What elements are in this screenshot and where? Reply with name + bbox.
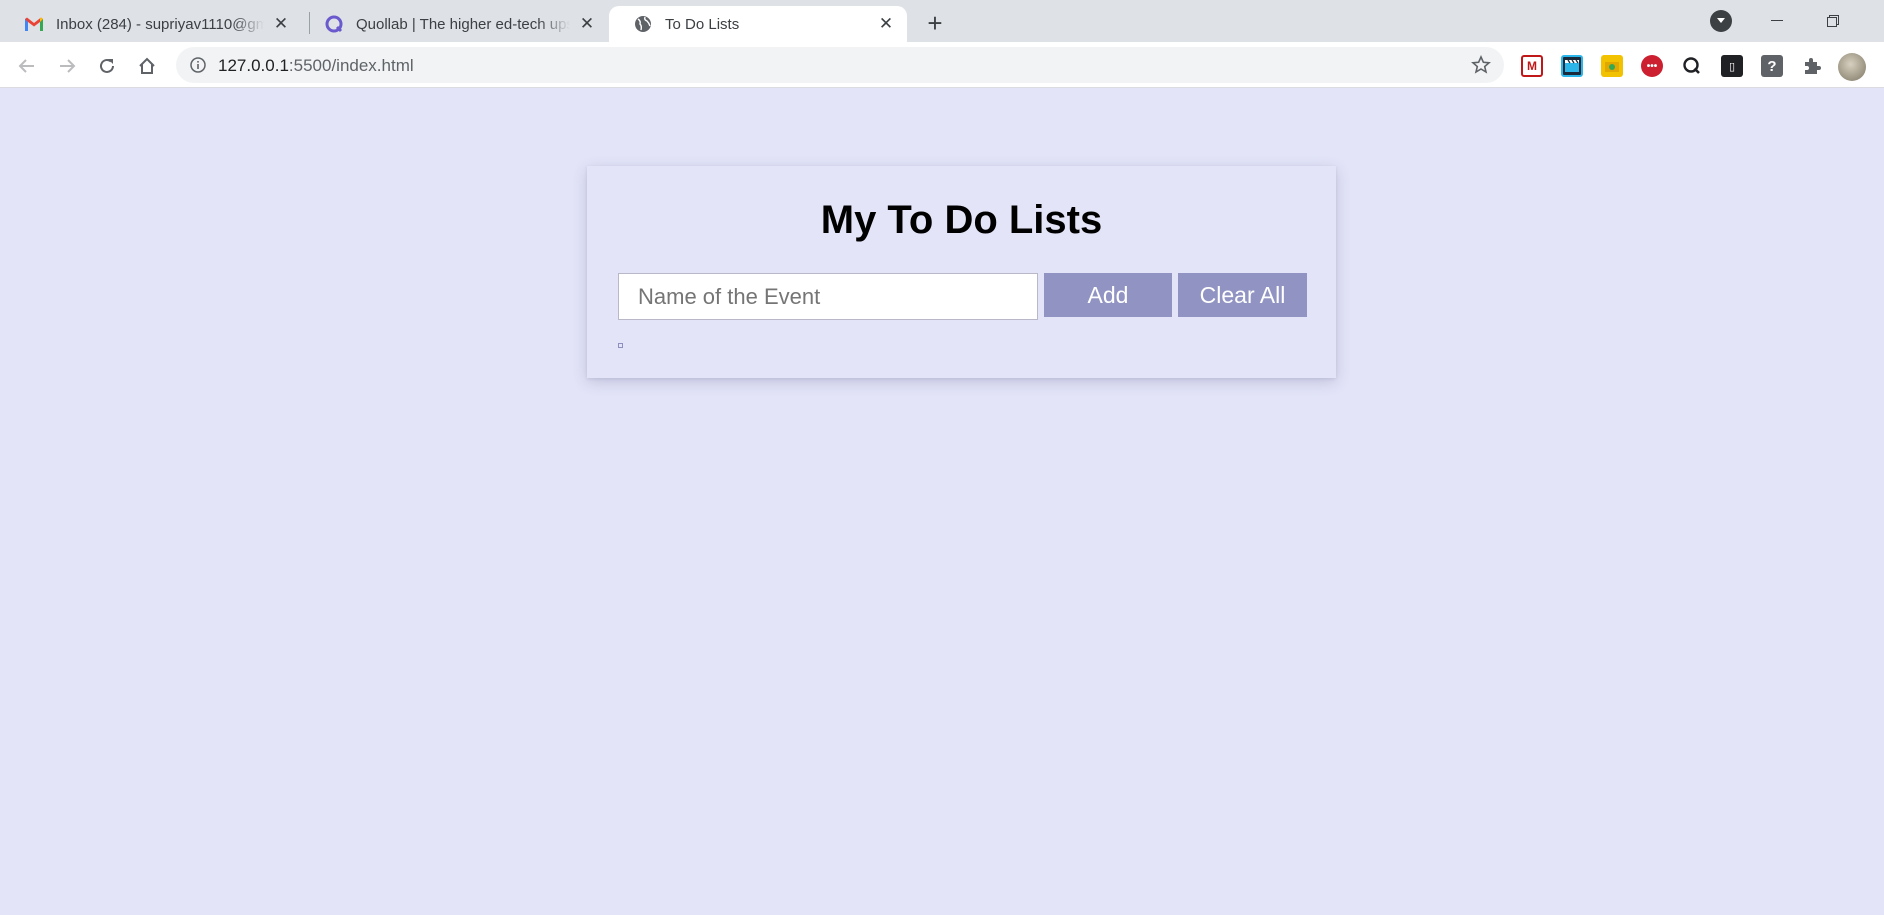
- browser-tab-strip: Inbox (284) - supriyav1110@gmail.com ✕ Q…: [0, 0, 1884, 42]
- globe-icon: [633, 14, 653, 34]
- minimize-icon[interactable]: [1749, 0, 1805, 42]
- clapper-icon[interactable]: [1561, 55, 1583, 77]
- tab-inbox[interactable]: Inbox (284) - supriyav1110@gmail.com ✕: [0, 6, 302, 42]
- tab-manager-icon[interactable]: ▯: [1721, 55, 1743, 77]
- browser-toolbar: 127.0.0.1:5500/index.html M ••• ▯ ?: [0, 42, 1884, 88]
- add-button[interactable]: Add: [1044, 273, 1172, 317]
- page-title: My To Do Lists: [820, 198, 1103, 242]
- site-info-icon[interactable]: [188, 55, 208, 75]
- bookmark-star-icon[interactable]: [1470, 54, 1492, 76]
- event-name-input[interactable]: [618, 273, 1038, 320]
- restore-icon[interactable]: [1805, 0, 1861, 42]
- puzzle-icon[interactable]: [1801, 55, 1823, 77]
- folder-icon[interactable]: [1601, 55, 1623, 77]
- tab-search-icon[interactable]: [1710, 10, 1732, 32]
- unknown-extension-icon[interactable]: ?: [1761, 55, 1783, 77]
- empty-list-marker: [618, 343, 623, 348]
- new-tab-plus-icon[interactable]: +: [920, 8, 950, 38]
- url-path: :5500/index.html: [288, 56, 414, 75]
- tab-title: To Do Lists: [665, 15, 740, 33]
- todo-card: My To Do Lists Add Clear All: [587, 166, 1336, 378]
- lastpass-icon[interactable]: •••: [1641, 55, 1663, 77]
- back-arrow-icon[interactable]: [12, 51, 42, 81]
- home-icon[interactable]: [132, 51, 162, 81]
- close-icon[interactable]: ✕: [875, 13, 897, 35]
- clear-all-button[interactable]: Clear All: [1178, 273, 1307, 317]
- reload-icon[interactable]: [92, 51, 122, 81]
- tab-title: Quollab | The higher ed-tech upskilling: [356, 15, 570, 33]
- tab-quollab[interactable]: Quollab | The higher ed-tech upskilling …: [300, 6, 608, 42]
- forward-arrow-icon[interactable]: [52, 51, 82, 81]
- profile-avatar[interactable]: [1838, 53, 1866, 81]
- url-text[interactable]: 127.0.0.1:5500/index.html: [218, 56, 414, 76]
- mcafee-icon[interactable]: M: [1521, 55, 1543, 77]
- tab-todo[interactable]: To Do Lists ✕: [609, 6, 907, 42]
- quillbot-icon[interactable]: [1681, 55, 1703, 77]
- close-icon[interactable]: ✕: [576, 13, 598, 35]
- address-bar[interactable]: 127.0.0.1:5500/index.html: [176, 47, 1504, 83]
- close-icon[interactable]: ✕: [270, 13, 292, 35]
- url-host: 127.0.0.1: [218, 56, 289, 75]
- quollab-icon: [324, 14, 344, 34]
- tab-title: Inbox (284) - supriyav1110@gmail.com: [56, 15, 264, 33]
- gmail-icon: [24, 14, 44, 34]
